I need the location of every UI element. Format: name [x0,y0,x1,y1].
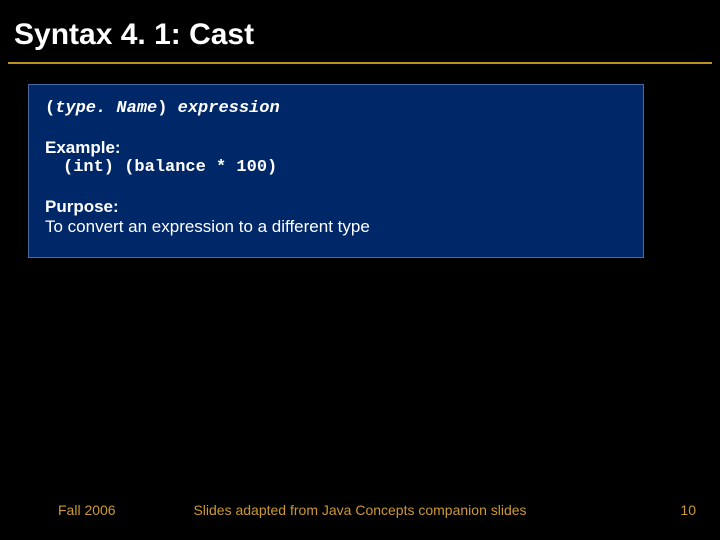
example-label: Example: [45,138,627,158]
syntax-open-paren: ( [45,99,55,118]
example-code: (int) (balance * 100) [45,158,627,177]
purpose-text: To convert an expression to a different … [45,217,627,237]
syntax-pattern: (type. Name) expression [45,99,627,118]
title-divider [8,62,712,64]
syntax-box: (type. Name) expression Example: (int) (… [28,84,644,258]
footer-page-number: 10 [680,502,696,518]
syntax-expression: expression [167,99,279,118]
footer-attribution: Slides adapted from Java Concepts compan… [193,502,526,518]
syntax-close-paren: ) [157,99,167,118]
footer-term: Fall 2006 [0,502,116,518]
slide-footer: Fall 2006 Slides adapted from Java Conce… [0,502,720,518]
syntax-typename: type. Name [55,99,157,118]
purpose-label: Purpose: [45,197,627,217]
slide-title: Syntax 4. 1: Cast [0,0,720,62]
